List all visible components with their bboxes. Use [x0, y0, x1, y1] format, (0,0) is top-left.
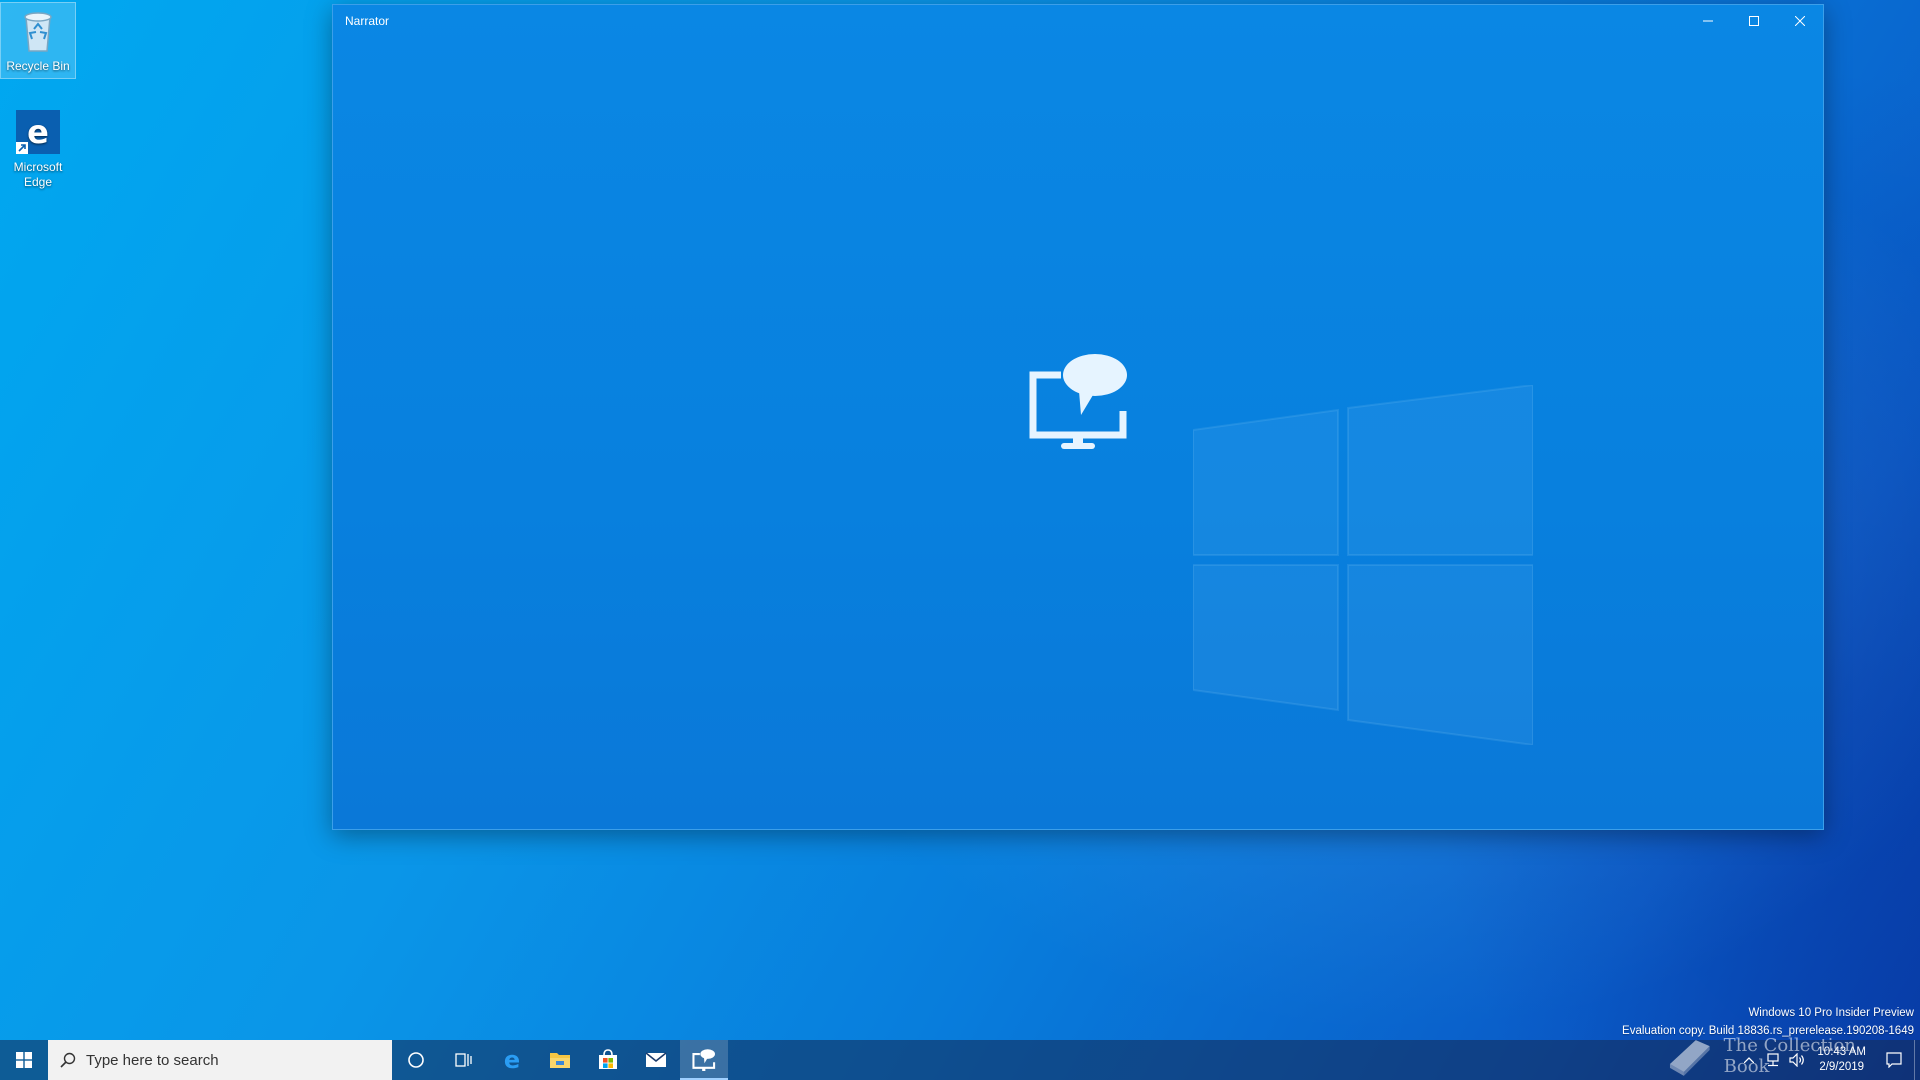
task-view-icon [455, 1053, 472, 1067]
taskbar-mail[interactable] [632, 1040, 680, 1080]
maximize-button[interactable] [1731, 5, 1777, 37]
notification-icon [1886, 1052, 1902, 1068]
store-icon [599, 1049, 617, 1069]
chevron-up-icon [1744, 1057, 1755, 1063]
start-button[interactable] [0, 1040, 48, 1080]
show-hidden-icons-button[interactable] [1737, 1040, 1761, 1080]
watermark-edition: Windows 10 Pro Insider Preview [1748, 1007, 1914, 1019]
search-icon [60, 1052, 76, 1068]
maximize-icon [1749, 16, 1759, 26]
svg-text:e: e [27, 113, 49, 151]
clock-date: 2/9/2019 [1819, 1061, 1865, 1073]
svg-text:e: e [504, 1048, 520, 1072]
taskbar-store[interactable] [584, 1040, 632, 1080]
volume-icon [1789, 1053, 1805, 1067]
edge-icon: e [504, 1048, 520, 1072]
taskbar: Type here to search e 10:43 AM 2/9/2019 [0, 1040, 1920, 1080]
clock[interactable]: 10:43 AM 2/9/2019 [1809, 1045, 1874, 1075]
narrator-icon [1029, 354, 1127, 449]
edge-icon: e [14, 108, 62, 156]
close-icon [1795, 16, 1805, 26]
minimize-button[interactable] [1685, 5, 1731, 37]
task-view-button[interactable] [440, 1040, 488, 1080]
desktop-icon-recycle-bin[interactable]: Recycle Bin [0, 2, 76, 79]
windows-logo-watermark [1193, 385, 1533, 745]
volume-button[interactable] [1785, 1040, 1809, 1080]
minimize-icon [1703, 20, 1713, 22]
search-input[interactable]: Type here to search [48, 1040, 392, 1080]
window-title: Narrator [345, 14, 390, 28]
taskbar-narrator[interactable] [680, 1040, 728, 1080]
taskbar-file-explorer[interactable] [536, 1040, 584, 1080]
close-button[interactable] [1777, 5, 1823, 37]
desktop-icon-edge[interactable]: e Microsoft Edge [0, 104, 76, 194]
desktop-icon-label: Recycle Bin [6, 59, 70, 73]
cortana-icon [408, 1052, 424, 1068]
show-desktop-button[interactable] [1914, 1040, 1920, 1080]
network-icon [1767, 1053, 1780, 1067]
narrator-icon [692, 1049, 716, 1071]
mail-icon [645, 1052, 667, 1067]
desktop-icon-label: Microsoft Edge [13, 160, 63, 189]
cortana-button[interactable] [392, 1040, 440, 1080]
network-button[interactable] [1761, 1040, 1785, 1080]
system-tray: 10:43 AM 2/9/2019 [1737, 1040, 1920, 1080]
watermark-build: Evaluation copy. Build 18836.rs_prerelea… [1622, 1025, 1914, 1037]
evaluation-watermark: Windows 10 Pro Insider Preview Evaluatio… [1622, 1004, 1914, 1040]
file-explorer-icon [550, 1053, 570, 1068]
title-bar[interactable]: Narrator [333, 5, 1823, 37]
search-placeholder: Type here to search [86, 1051, 219, 1069]
action-center-button[interactable] [1874, 1040, 1914, 1080]
narrator-window[interactable]: Narrator [332, 4, 1824, 830]
clock-time: 10:43 AM [1817, 1046, 1866, 1058]
recycle-bin-icon [14, 7, 62, 55]
taskbar-edge[interactable]: e [488, 1040, 536, 1080]
windows-start-icon [16, 1052, 32, 1068]
